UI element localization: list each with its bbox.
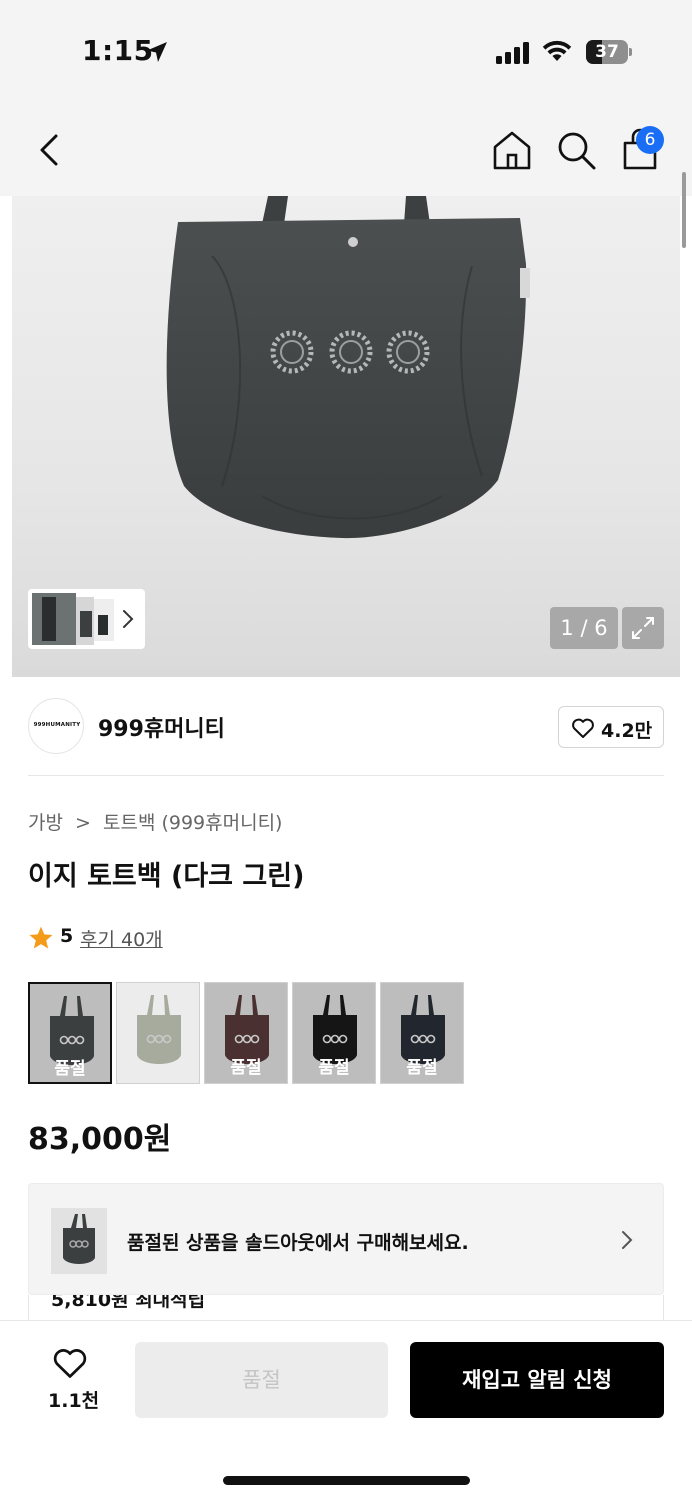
banner-text: 품절된 상품을 솔드아웃에서 구매해보세요. [127, 1232, 469, 1254]
battery-icon: 37 [586, 40, 632, 64]
scroll-indicator [682, 172, 686, 248]
wishlist-count: 1.1천 [48, 1390, 100, 1412]
home-icon[interactable] [490, 128, 534, 172]
soldout-label: 품절 [54, 1059, 86, 1079]
brand-logo[interactable]: 999HUMANITY [28, 698, 84, 754]
soldout-button[interactable]: 품절 [135, 1342, 388, 1418]
rating-value: 5 [60, 925, 74, 947]
expand-icon [632, 617, 654, 639]
thumbnail-preview [32, 593, 114, 645]
top-nav-bar [0, 100, 692, 196]
soldout-label: 품절 [230, 1058, 262, 1078]
status-bar: 1:15 37 [0, 0, 692, 100]
color-option-list: 품절 품절 품절 품절 [28, 982, 668, 1084]
wifi-icon [542, 40, 572, 61]
product-price: 83,000원 [28, 1122, 172, 1157]
soldout-label: 품절 [318, 1058, 350, 1078]
breadcrumb-subcategory[interactable]: 토트백 (999휴머니티) [103, 812, 283, 834]
color-option[interactable]: 품절 [292, 982, 376, 1084]
battery-percentage: 37 [595, 42, 619, 62]
cellular-signal-icon [496, 42, 529, 64]
brand-logo-text: 999HUMANITY [33, 722, 81, 728]
heart-icon [572, 718, 594, 738]
color-option[interactable]: 품절 [204, 982, 288, 1084]
image-counter: 1 / 6 [550, 607, 618, 649]
chevron-right-icon [622, 1231, 633, 1249]
expand-image-button[interactable] [622, 607, 664, 649]
cart-count-badge: 6 [636, 126, 664, 154]
brand-like-count: 4.2만 [601, 720, 653, 742]
search-icon[interactable] [554, 128, 598, 172]
brand-like-button[interactable]: 4.2만 [558, 706, 664, 748]
star-icon [29, 926, 53, 949]
soldout-label: 품절 [406, 1058, 438, 1078]
breadcrumb-separator: > [75, 812, 91, 834]
restock-alert-button[interactable]: 재입고 알림 신청 [410, 1342, 664, 1418]
review-count-link[interactable]: 후기 40개 [80, 925, 163, 952]
home-indicator [223, 1476, 470, 1485]
chevron-right-icon [123, 610, 134, 628]
gallery-thumbnail-strip[interactable] [28, 589, 145, 649]
product-image-gallery[interactable]: 1 / 6 [12, 196, 680, 677]
divider [28, 775, 664, 776]
color-option[interactable]: 품절 [380, 982, 464, 1084]
banner-thumbnail [51, 1208, 107, 1274]
breadcrumb: 가방 > 토트백 (999휴머니티) [28, 808, 282, 835]
color-option[interactable] [116, 982, 200, 1084]
heart-icon[interactable] [52, 1346, 88, 1380]
breadcrumb-category[interactable]: 가방 [28, 812, 63, 834]
color-option-bag-image [137, 995, 181, 1064]
product-title: 이지 토트백 (다크 그린) [28, 861, 305, 892]
soldout-marketplace-banner[interactable]: 품절된 상품을 솔드아웃에서 구매해보세요. [28, 1183, 664, 1295]
location-arrow-icon [147, 42, 167, 62]
color-option[interactable]: 품절 [28, 982, 112, 1084]
max-points-text: 5,810원 최대적립 [51, 1295, 206, 1311]
brand-name[interactable]: 999휴머니티 [98, 711, 225, 743]
back-chevron-icon[interactable] [30, 130, 70, 170]
status-time: 1:15 [82, 34, 154, 67]
